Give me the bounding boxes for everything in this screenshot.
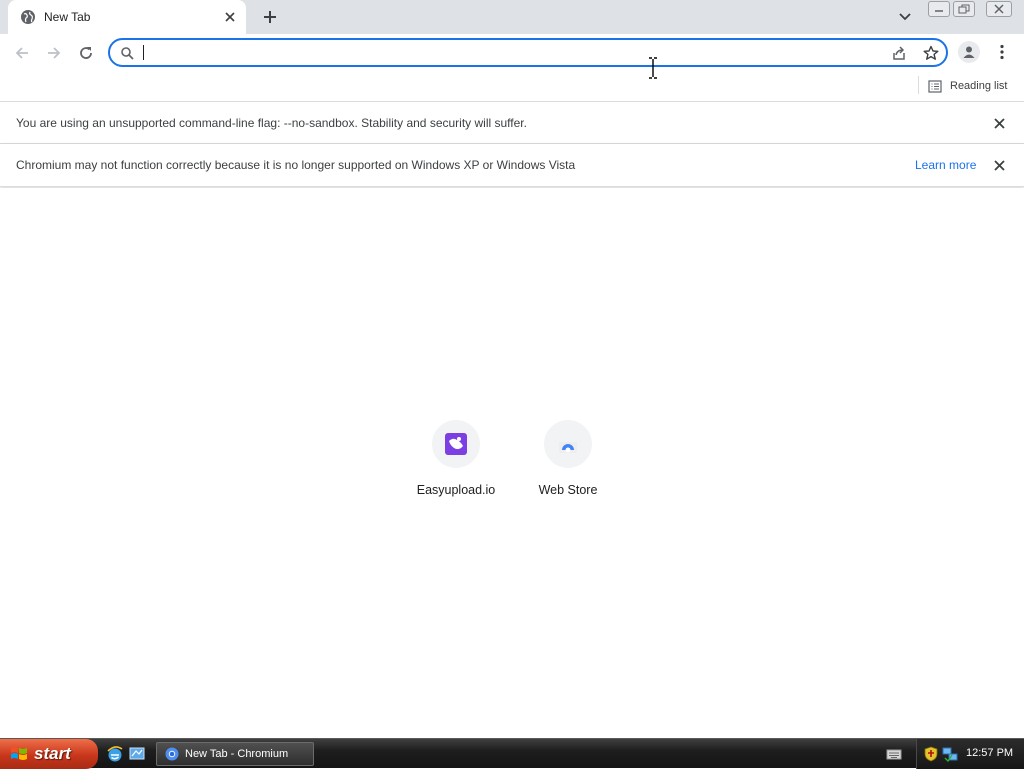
close-icon xyxy=(994,4,1004,14)
tab-strip: New Tab xyxy=(0,0,1024,34)
share-icon xyxy=(893,46,905,60)
internet-explorer-icon[interactable] xyxy=(106,745,124,763)
infobar-close-button[interactable] xyxy=(991,115,1007,131)
infobar-close-button[interactable] xyxy=(991,157,1007,173)
tab-search-button[interactable] xyxy=(894,7,916,27)
more-vert-icon xyxy=(1000,44,1004,60)
close-icon xyxy=(993,117,1005,129)
web-store-icon xyxy=(559,442,577,453)
shortcut-label: Easyupload.io xyxy=(416,483,496,497)
tab-new-tab[interactable]: New Tab xyxy=(8,0,246,34)
bookmark-star-button[interactable] xyxy=(922,44,940,62)
address-input[interactable] xyxy=(142,43,842,62)
infobar-text: You are using an unsupported command-lin… xyxy=(16,116,527,130)
bookmarks-separator xyxy=(918,76,919,94)
close-window-button[interactable] xyxy=(986,1,1012,17)
plus-icon xyxy=(264,11,276,23)
toolbar xyxy=(0,34,1024,72)
taskbar-window-chromium[interactable]: New Tab - Chromium xyxy=(156,742,314,766)
network-icon[interactable] xyxy=(942,746,958,762)
shortcut-tile-web-store[interactable]: Web Store xyxy=(512,420,624,510)
close-icon xyxy=(993,159,1005,171)
arrow-right-icon xyxy=(48,47,61,59)
reload-icon xyxy=(80,47,92,59)
minimize-button[interactable] xyxy=(928,1,950,17)
bookmarks-bar: Reading list xyxy=(0,72,1024,102)
share-button[interactable] xyxy=(890,44,908,62)
infobar-sandbox-warning: You are using an unsupported command-lin… xyxy=(0,102,1024,144)
shortcut-icon-container xyxy=(544,420,592,468)
reading-list-button[interactable]: Reading list xyxy=(928,76,1007,96)
minimize-icon xyxy=(935,10,943,12)
chevron-down-icon xyxy=(899,13,911,21)
show-desktop-icon[interactable] xyxy=(128,745,146,763)
forward-button[interactable] xyxy=(42,41,66,65)
arrow-left-icon xyxy=(15,47,28,59)
restore-button[interactable] xyxy=(953,1,975,17)
start-label: start xyxy=(34,744,71,763)
windows-logo-icon xyxy=(11,747,27,760)
reading-list-label: Reading list xyxy=(950,80,1008,92)
address-bar[interactable] xyxy=(108,38,948,67)
tab-title: New Tab xyxy=(44,10,91,24)
reload-button[interactable] xyxy=(74,41,98,65)
text-caret xyxy=(143,45,144,60)
security-shield-icon[interactable] xyxy=(924,746,938,762)
star-icon xyxy=(923,45,939,60)
infobar-text: Chromium may not function correctly beca… xyxy=(16,158,576,172)
reading-list-icon xyxy=(928,79,942,93)
shortcut-icon-container xyxy=(432,420,480,468)
search-icon xyxy=(121,47,134,60)
tab-close-icon[interactable] xyxy=(222,9,238,25)
infobar-unsupported-os: Chromium may not function correctly beca… xyxy=(0,144,1024,187)
keyboard-icon[interactable] xyxy=(886,747,902,761)
start-button[interactable]: start xyxy=(0,739,98,769)
taskbar: start New Tab - Chromium 12:57 PM xyxy=(0,738,1024,769)
back-button[interactable] xyxy=(10,41,34,65)
easyupload-icon xyxy=(445,433,467,455)
new-tab-page: Easyupload.io Web Store xyxy=(0,188,1024,738)
menu-button[interactable] xyxy=(994,41,1010,63)
taskbar-window-title: New Tab - Chromium xyxy=(185,748,289,760)
new-tab-button[interactable] xyxy=(258,6,282,28)
shortcut-tile-easyupload[interactable]: Easyupload.io xyxy=(400,420,512,510)
profile-button[interactable] xyxy=(958,41,980,63)
learn-more-link[interactable]: Learn more xyxy=(915,158,976,172)
restore-icon xyxy=(958,4,970,14)
text-cursor-icon xyxy=(649,57,657,79)
clock[interactable]: 12:57 PM xyxy=(966,747,1013,759)
chromium-icon xyxy=(165,747,179,761)
globe-icon xyxy=(21,10,35,24)
person-icon xyxy=(963,46,975,58)
shortcut-label: Web Store xyxy=(538,483,598,497)
